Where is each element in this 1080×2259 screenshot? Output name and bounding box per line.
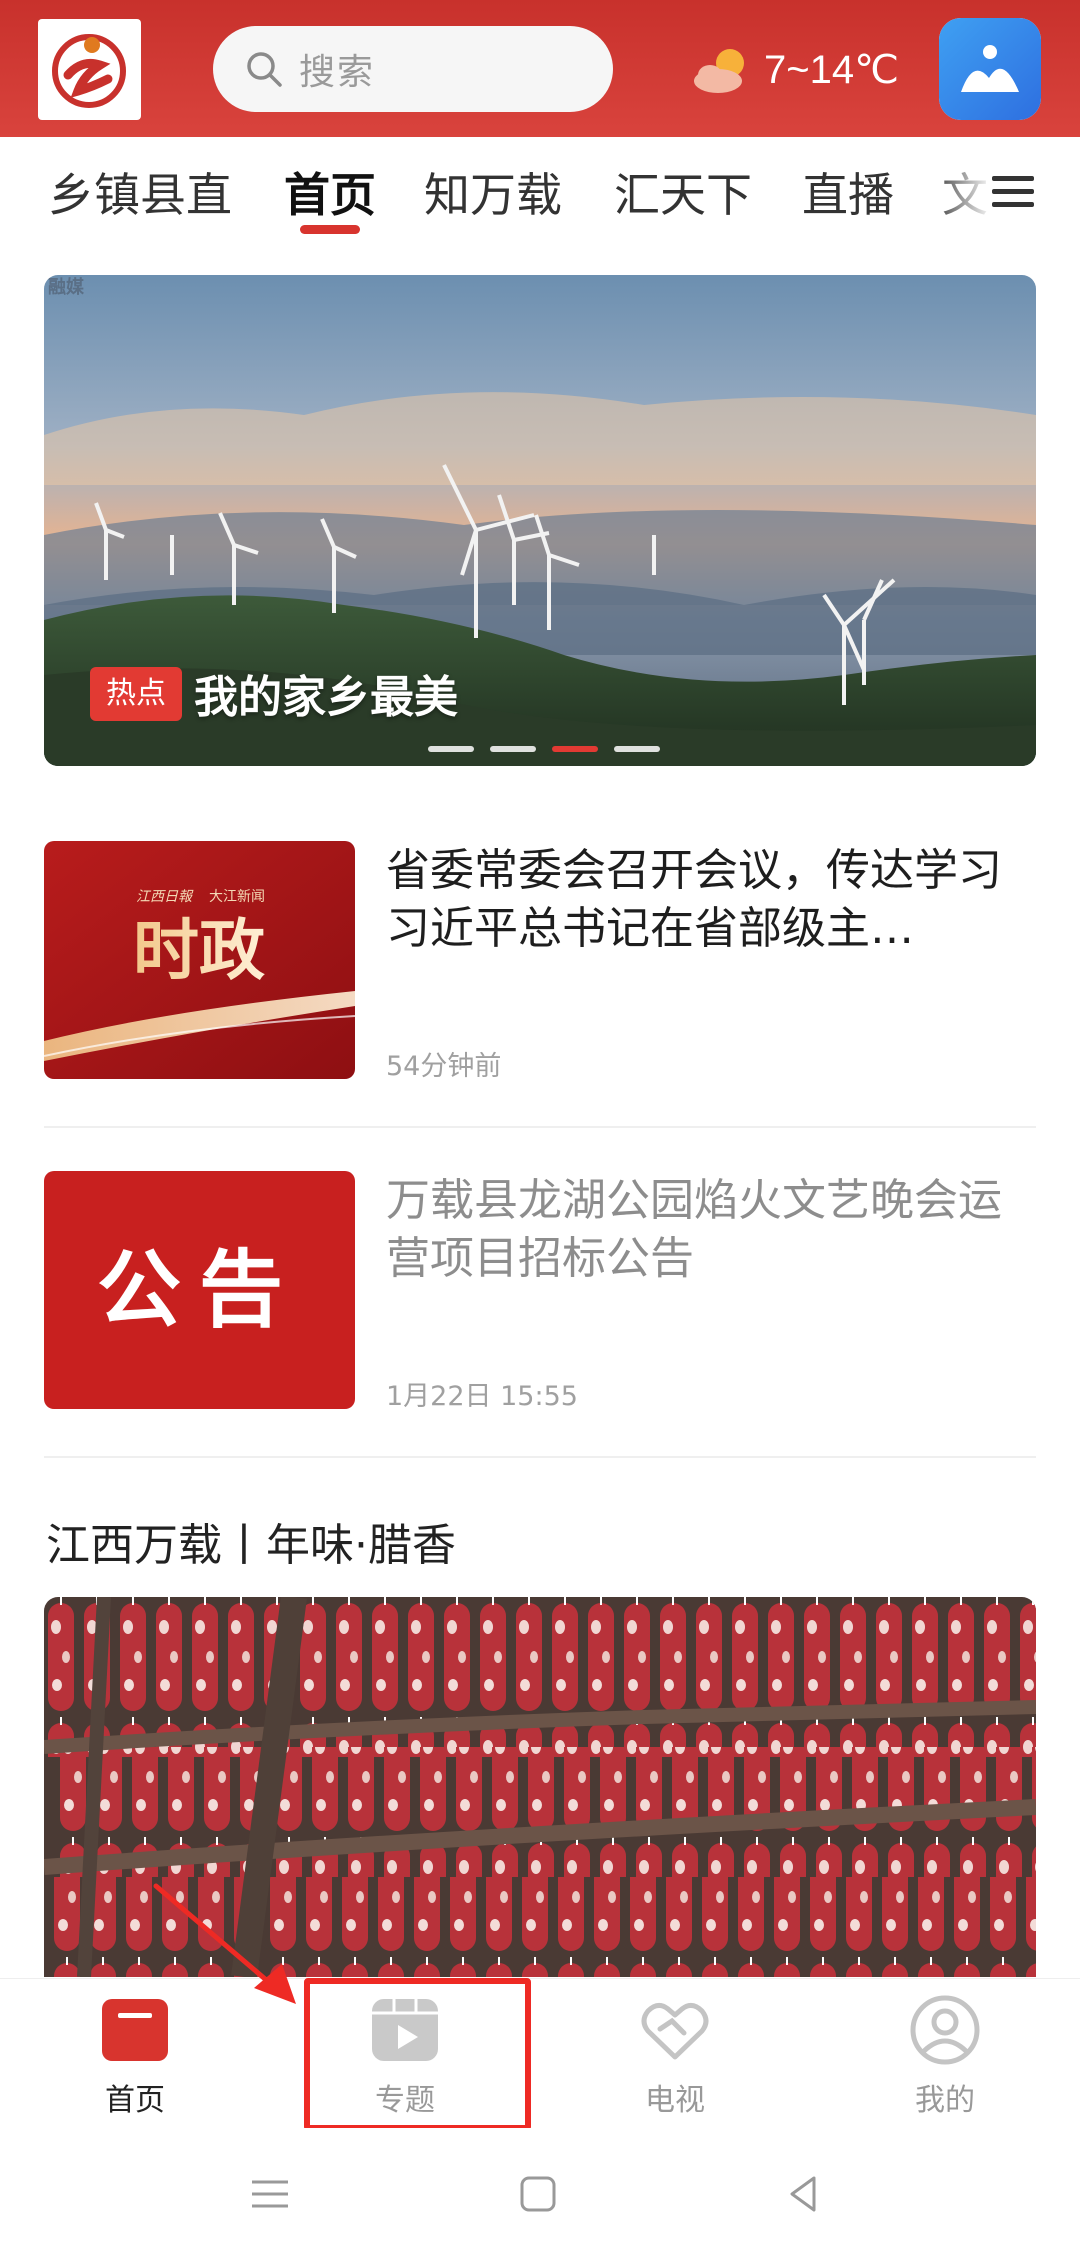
thumb-politics-text: 时政 <box>133 911 265 989</box>
tab-live[interactable]: 直播 <box>802 159 894 225</box>
banner-dot-4[interactable] <box>614 746 660 752</box>
news-time-1: 54分钟前 <box>386 1051 502 1082</box>
tab-home[interactable]: 首页 <box>284 159 376 225</box>
app-logo <box>38 19 141 120</box>
nav-tv[interactable]: 电视 <box>595 1993 755 2119</box>
news-divider <box>44 1456 1036 1458</box>
tv-heart-icon <box>641 2003 709 2060</box>
hero-banner[interactable]: 融媒 热点 我的家乡最美 <box>44 275 1036 766</box>
highlight-box <box>304 1978 531 2131</box>
news-thumbnail-notice[interactable]: 公告 <box>44 1171 355 1409</box>
news-title-2[interactable]: 万载县龙湖公园焰火文艺晚会运营项目招标公告 <box>386 1172 1026 1288</box>
app-header: 搜索 7~14℃ <box>0 0 1080 137</box>
app-switch-avatar[interactable] <box>939 18 1041 120</box>
tab-world[interactable]: 汇天下 <box>614 159 752 225</box>
back-icon[interactable] <box>780 2170 828 2218</box>
wind-farm-photo: 融媒 <box>44 275 1036 766</box>
home-button-icon[interactable] <box>514 2170 562 2218</box>
profile-icon <box>910 1995 980 2065</box>
banner-dot-3-active[interactable] <box>552 746 598 752</box>
channel-tabs: 乡镇县直 首页 知万载 汇天下 直播 文 <box>0 137 1080 247</box>
news-time-2: 1月22日 15:55 <box>386 1381 578 1412</box>
thumb-brand-left: 江西日報 <box>136 889 194 905</box>
system-navigation-bar <box>0 2128 1080 2259</box>
thumb-notice-text: 公告 <box>97 1241 301 1339</box>
search-icon <box>247 52 282 87</box>
search-placeholder: 搜索 <box>299 52 376 93</box>
menu-icon[interactable] <box>990 172 1036 212</box>
nav-tv-label: 电视 <box>645 2083 705 2118</box>
partly-cloudy-icon <box>694 49 744 93</box>
weather-widget[interactable]: 7~14℃ <box>690 40 899 100</box>
banner-title: 我的家乡最美 <box>194 672 458 723</box>
thumb-brand-right: 大江新闻 <box>209 889 265 905</box>
banner-pagination <box>428 746 660 752</box>
banner-dot-1[interactable] <box>428 746 474 752</box>
tab-know-wanzai[interactable]: 知万载 <box>424 159 562 225</box>
nav-profile[interactable]: 我的 <box>865 1993 1025 2119</box>
weather-temperature: 7~14℃ <box>764 48 900 92</box>
nav-home[interactable]: 首页 <box>55 1993 215 2119</box>
tab-township[interactable]: 乡镇县直 <box>48 159 232 225</box>
banner-dot-2[interactable] <box>490 746 536 752</box>
hot-tag: 热点 <box>90 667 182 721</box>
news-divider <box>44 1126 1036 1128</box>
news-title-1[interactable]: 省委常委会召开会议，传达学习习近平总书记在省部级主… <box>386 842 1026 958</box>
active-tab-indicator <box>300 225 360 234</box>
banner-watermark: 融媒 <box>48 276 85 298</box>
search-bar[interactable]: 搜索 <box>213 26 613 112</box>
nav-home-label: 首页 <box>105 2083 165 2118</box>
annotation-arrow <box>153 1883 296 2004</box>
nav-profile-label: 我的 <box>915 2083 975 2118</box>
recent-apps-icon[interactable] <box>246 2170 294 2218</box>
section-title[interactable]: 江西万载丨年味·腊香 <box>46 1509 456 1573</box>
news-thumbnail-politics[interactable]: 江西日報 大江新闻 时政 <box>44 841 355 1079</box>
